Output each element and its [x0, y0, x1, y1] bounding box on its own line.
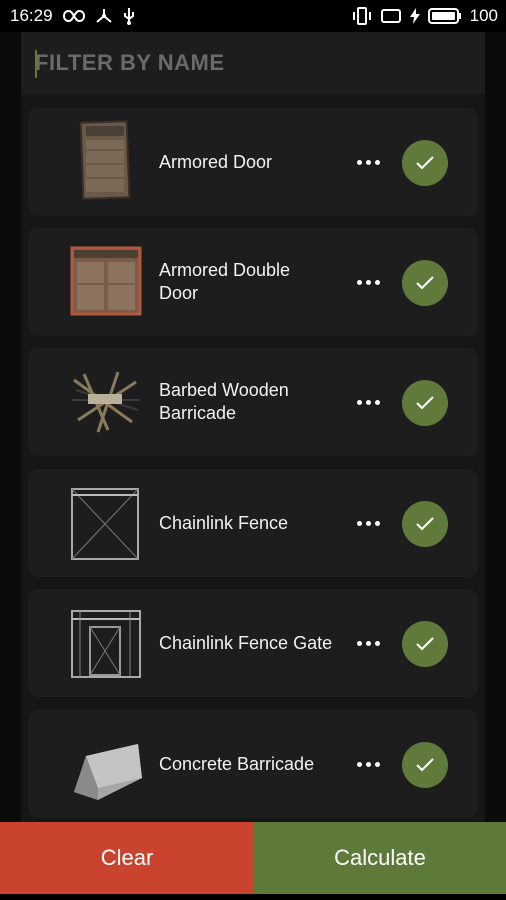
item-label: Armored Double Door: [159, 260, 291, 303]
item-label: Barbed Wooden Barricade: [159, 380, 289, 423]
armored-door-image: [68, 120, 144, 204]
list-item[interactable]: Armored Double Door: [28, 228, 478, 336]
list-item[interactable]: Concrete Barricade: [28, 710, 478, 818]
clear-button[interactable]: Clear: [0, 822, 254, 894]
item-label: Armored Door: [159, 151, 273, 172]
list-item[interactable]: Chainlink Fence: [28, 469, 478, 577]
chainlink-fence-gate-image: [68, 601, 144, 685]
calculate-button[interactable]: Calculate: [254, 822, 506, 894]
list-item[interactable]: Chainlink Fence Gate: [28, 589, 478, 697]
item-label: Chainlink Fence Gate: [159, 632, 333, 653]
checkmark-icon[interactable]: [402, 501, 448, 547]
vibrate-icon: [352, 7, 372, 25]
screen-icon: [380, 8, 402, 24]
chainlink-fence-image: [68, 481, 144, 565]
status-bar: 16:29 100: [0, 0, 506, 32]
filter-input[interactable]: [21, 32, 485, 94]
usb-icon: [123, 7, 135, 25]
bottom-edge: [0, 894, 506, 900]
checkmark-icon[interactable]: [402, 621, 448, 667]
concrete-barricade-image: [68, 722, 144, 806]
more-options-icon[interactable]: [354, 752, 382, 776]
checkmark-icon[interactable]: [402, 380, 448, 426]
battery-percent: 100: [469, 6, 498, 25]
usb-tether-icon: [95, 8, 113, 24]
more-options-icon[interactable]: [354, 150, 382, 174]
checkmark-icon[interactable]: [402, 140, 448, 186]
armored-double-door-image: [68, 240, 144, 324]
more-options-icon[interactable]: [354, 270, 382, 294]
more-options-icon[interactable]: [354, 390, 382, 414]
more-options-icon[interactable]: [354, 511, 382, 535]
filter-bar: [21, 32, 485, 94]
item-label: Concrete Barricade: [159, 753, 315, 774]
item-label: Chainlink Fence: [159, 512, 289, 533]
list-item[interactable]: Barbed Wooden Barricade: [28, 348, 478, 456]
checkmark-icon[interactable]: [402, 260, 448, 306]
infinity-icon: [62, 9, 85, 23]
charging-icon: [409, 8, 420, 24]
list-item[interactable]: Armored Door: [28, 108, 478, 216]
text-cursor: [35, 50, 37, 78]
barbed-wooden-barricade-image: [68, 360, 144, 444]
status-time: 16:29: [10, 6, 53, 25]
battery-icon: [427, 8, 462, 24]
more-options-icon[interactable]: [354, 631, 382, 655]
checkmark-icon[interactable]: [402, 742, 448, 788]
